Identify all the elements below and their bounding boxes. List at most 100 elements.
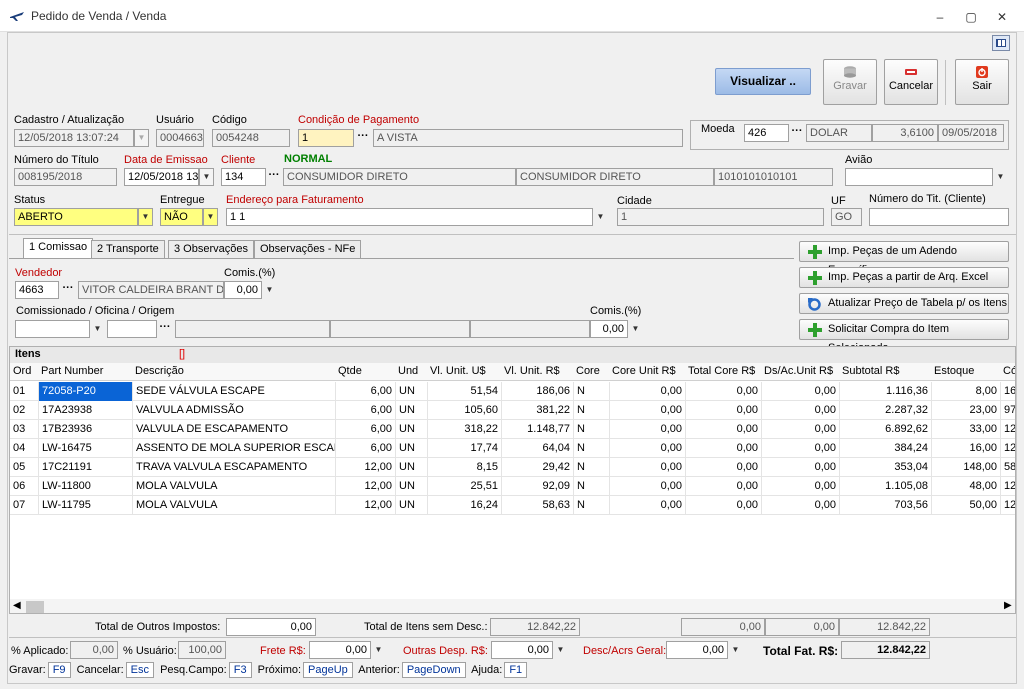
table-cell[interactable]: 33,00 [931,420,1000,439]
table-row[interactable]: 05 17C21191 TRAVA VALVULA ESCAPAMENTO 12,00… [10,458,1015,477]
table-cell[interactable]: 23,00 [931,401,1000,420]
table-cell[interactable]: 50,00 [931,496,1000,515]
cliente-lookup-icon[interactable]: ··· [268,168,280,186]
table-cell[interactable]: 0,00 [685,420,761,439]
table-cell[interactable]: 0,00 [761,401,839,420]
comis2-field[interactable]: 0,00 [590,320,628,338]
column-header[interactable]: Und [395,362,427,381]
table-cell[interactable]: 0,00 [761,439,839,458]
minimize-button[interactable]: – [930,8,950,26]
table-cell[interactable]: 12,00 [335,458,395,477]
table-cell[interactable]: 58 [1000,458,1015,477]
table-cell[interactable]: 17B23936 [38,420,132,439]
restore-button[interactable]: ▢ [961,8,981,26]
table-row[interactable]: 01 72058-P20 SEDE VÁLVULA ESCAPE 6,00 UN 51,5… [10,382,1015,401]
table-cell[interactable]: 6.892,62 [839,420,931,439]
entregue-field[interactable]: NÃO [160,208,203,226]
moeda-code-field[interactable]: 426 [744,124,789,142]
table-cell[interactable]: 16,00 [931,439,1000,458]
table-cell[interactable]: 8,00 [931,382,1000,401]
column-header[interactable]: Total Core R$ [685,362,761,381]
moeda-lookup-icon[interactable]: ··· [791,124,803,142]
table-cell[interactable]: 6,00 [335,439,395,458]
table-cell[interactable]: 186,06 [501,382,573,401]
table-cell[interactable]: 148,00 [931,458,1000,477]
emissao-dropdown-icon[interactable]: ▼ [199,168,214,186]
table-cell[interactable]: 0,00 [761,420,839,439]
table-cell[interactable]: 03 [10,420,38,439]
table-cell[interactable]: 29,42 [501,458,573,477]
table-cell[interactable]: 16 [1000,382,1015,401]
table-cell[interactable]: UN [395,439,427,458]
table-cell[interactable]: TRAVA VALVULA ESCAPAMENTO [132,458,335,477]
table-cell[interactable]: N [573,382,609,401]
scroll-right-icon[interactable]: ▶ [1004,600,1012,611]
table-cell[interactable]: 58,63 [501,496,573,515]
table-cell[interactable]: 0,00 [761,477,839,496]
table-cell[interactable]: 04 [10,439,38,458]
horizontal-scrollbar[interactable]: ◀ ▶ [10,599,1015,613]
aviao-dropdown-icon[interactable]: ▼ [993,168,1008,186]
table-cell[interactable]: 0,00 [609,439,685,458]
frete-field[interactable]: 0,00 [309,641,371,659]
table-cell[interactable]: 25,51 [427,477,501,496]
table-cell[interactable]: 0,00 [761,382,839,401]
desc-field[interactable]: 0,00 [666,641,728,659]
table-cell[interactable]: 1.116,36 [839,382,931,401]
table-row[interactable]: 03 17B23936 VALVULA DE ESCAPAMENTO 6,00 UN 31… [10,420,1015,439]
table-cell[interactable]: 8,15 [427,458,501,477]
cliente-code-field[interactable]: 134 [221,168,266,186]
table-cell[interactable]: 64,04 [501,439,573,458]
table-cell[interactable]: N [573,477,609,496]
table-cell[interactable]: 72058-P20 [38,382,132,401]
table-cell[interactable]: 0,00 [761,496,839,515]
table-cell[interactable]: UN [395,458,427,477]
frete-dropdown-icon[interactable]: ▼ [371,641,386,659]
table-cell[interactable]: UN [395,382,427,401]
sair-button[interactable]: Sair [955,59,1009,105]
column-header[interactable]: Core Unit R$ [609,362,685,381]
comis-field[interactable]: 0,00 [224,281,262,299]
column-header[interactable]: Vl. Unit. U$ [427,362,501,381]
adendo-button[interactable]: Imp. Peças de um Adendo Específico [799,241,1009,276]
titulo-field[interactable]: 008195/2018 [14,168,117,186]
table-cell[interactable]: 92,09 [501,477,573,496]
table-cell[interactable]: 0,00 [609,382,685,401]
excel-button[interactable]: Imp. Peças a partir de Arq. Excel [799,267,1009,288]
column-header[interactable]: Part Number [38,362,132,381]
table-row[interactable]: 02 17A23938 VALVULA ADMISSÃO 6,00 UN 105,60 38… [10,401,1015,420]
table-cell[interactable]: N [573,496,609,515]
table-cell[interactable]: 12 [1000,439,1015,458]
table-cell[interactable]: VALVULA ADMISSÃO [132,401,335,420]
endereco-field[interactable]: 1 1 [226,208,593,226]
column-header[interactable]: Descrição [132,362,335,381]
scroll-left-icon[interactable]: ◀ [13,600,21,611]
table-cell[interactable]: 0,00 [609,477,685,496]
table-cell[interactable]: 12,00 [335,496,395,515]
table-cell[interactable]: 703,56 [839,496,931,515]
tab-observacoes-nfe[interactable]: Observações - NFe [254,240,362,258]
close-button[interactable]: ✕ [992,8,1012,26]
table-row[interactable]: 07 LW-11795 MOLA VALVULA 12,00 UN 16,24 58,63 N… [10,496,1015,515]
table-cell[interactable]: 17C21191 [38,458,132,477]
table-cell[interactable]: 0,00 [685,477,761,496]
table-cell[interactable]: 12 [1000,496,1015,515]
table-cell[interactable]: 6,00 [335,382,395,401]
column-header[interactable]: Ord [10,362,38,381]
table-cell[interactable]: N [573,439,609,458]
vendedor-lookup-icon[interactable]: ··· [62,281,74,299]
table-cell[interactable]: 0,00 [685,401,761,420]
table-cell[interactable]: 01 [10,382,38,401]
items-grid[interactable]: Itens [] Ord Part Number Descrição Qtde Und V… [9,346,1016,614]
emissao-field[interactable]: 12/05/2018 13 [124,168,199,186]
table-cell[interactable]: 12,00 [335,477,395,496]
table-cell[interactable]: 0,00 [685,439,761,458]
table-row[interactable]: 06 LW-11800 MOLA VALVULA 12,00 UN 25,51 92,09 N… [10,477,1015,496]
tit-cliente-field[interactable] [869,208,1009,226]
comissionado-dropdown-icon[interactable]: ▼ [90,320,105,338]
comis-dropdown-icon[interactable]: ▼ [262,281,277,299]
table-cell[interactable]: SEDE VÁLVULA ESCAPE [132,382,335,401]
table-cell[interactable]: 0,00 [609,401,685,420]
cadastro-field[interactable]: 12/05/2018 13:07:24 [14,129,134,147]
table-cell[interactable]: MOLA VALVULA [132,496,335,515]
